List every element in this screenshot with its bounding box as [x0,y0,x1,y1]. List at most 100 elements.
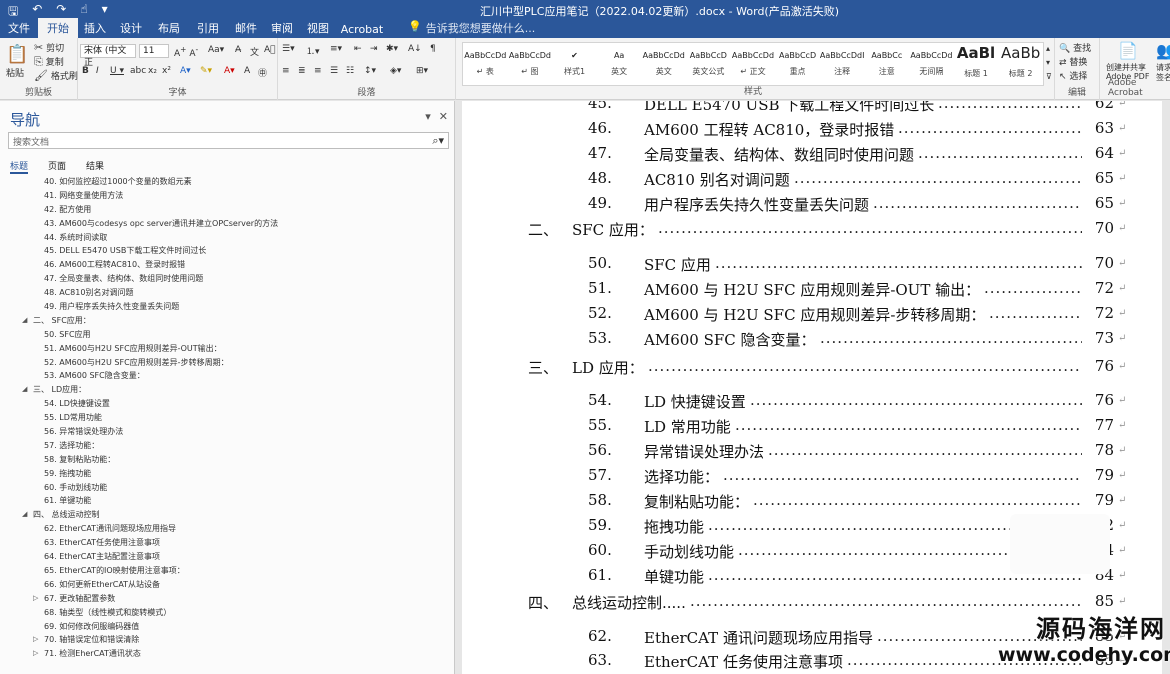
paste-icon[interactable]: 📋 [6,44,28,65]
copy-button[interactable]: ⎘ 复制 [34,55,64,69]
search-input[interactable]: 搜索文档 ⌕▾ [8,132,449,149]
style-item[interactable]: AaBbCcDd 英文 [641,43,686,85]
enclose-char-icon[interactable]: ㊥ [258,66,267,79]
tab-headings[interactable]: 标题 [10,159,29,174]
nav-heading-2[interactable]: 68. 轴类型（线性模式和旋转模式） [0,606,455,620]
format-painter-button[interactable]: 🖌 格式刷 [34,69,78,82]
toc-entry[interactable]: 52. AM600 与 H2U SFC 应用规则差异-步转移周期：........… [462,304,1162,326]
tab-1[interactable]: 开始 [38,18,78,38]
nav-heading-2[interactable]: 64. EtherCAT主站配置注意事项 [0,550,455,564]
nav-heading-2[interactable]: 46. AM600工程转AC810、登录时报错 [0,258,455,272]
bullets-icon[interactable]: ☰▾ [282,44,295,54]
tab-2[interactable]: 插入 [78,18,112,38]
nav-heading-2[interactable]: 51. AM600与H2U SFC应用规则差异-OUT输出： [0,342,455,356]
tab-pages[interactable]: 页面 [48,159,66,174]
nav-heading-2[interactable]: 42. 配方使用 [0,203,455,217]
style-item[interactable]: AaBbCcDdI 注释 [820,43,865,85]
tab-9[interactable]: Acrobat [336,21,388,38]
nav-heading-2[interactable]: ▷ 67. 更改轴配置参数 [0,592,455,606]
collapse-arrow-icon[interactable]: ◢ [22,314,27,328]
expand-arrow-icon[interactable]: ▷ [33,647,38,661]
close-icon[interactable]: ✕ [439,110,448,123]
tab-results[interactable]: 结果 [86,159,104,174]
sort-icon[interactable]: A↓ [408,44,422,54]
shading-icon[interactable]: ◈▾ [390,66,401,76]
nav-heading-2[interactable]: 58. 复制粘贴功能： [0,453,455,467]
select-button[interactable]: ↖ 选择 [1059,69,1087,82]
nav-heading-2[interactable]: 65. EtherCAT的IO映射使用注意事项： [0,564,455,578]
bold-icon[interactable]: B [82,66,89,76]
style-item[interactable]: AaBbCcDd ↵ 图 [508,43,553,85]
toc-entry[interactable]: 54. LD 快捷键设置.............................… [462,391,1162,413]
nav-heading-2[interactable]: 66. 如何更新EtherCAT从站设备 [0,578,455,592]
nav-heading-1[interactable]: ◢ 二、 SFC应用： [0,314,455,328]
toc-entry[interactable]: 57. 选择功能：................................… [462,466,1162,488]
collapse-arrow-icon[interactable]: ◢ [22,383,27,397]
style-item[interactable]: AaBl 标题 1 [954,43,999,85]
tab-6[interactable]: 邮件 [228,18,264,38]
create-pdf-icon[interactable]: 📄 [1118,41,1138,60]
increase-indent-icon[interactable]: ⇥ [370,44,378,54]
collapse-arrow-icon[interactable]: ◢ [22,508,27,522]
decrease-indent-icon[interactable]: ⇤ [354,44,362,54]
char-shading-icon[interactable]: A [244,66,250,76]
nav-heading-2[interactable]: 50. SFC应用 [0,328,455,342]
subscript-icon[interactable]: x₂ [148,66,157,76]
align-right-icon[interactable]: ≡ [314,66,322,76]
tab-5[interactable]: 引用 [188,18,228,38]
search-icon[interactable]: ⌕▾ [432,134,444,148]
strikethrough-icon[interactable]: abc [130,66,146,76]
nav-heading-2[interactable]: 55. LD常用功能 [0,411,455,425]
show-marks-icon[interactable]: ¶ [430,44,436,54]
style-item[interactable]: AaBbCcDd ↵ 正文 [731,43,776,85]
chinese-layout-icon[interactable]: ✱▾ [386,44,398,54]
toc-entry[interactable]: 45. DELL E5470 USB 下载工程文件时间过长............… [462,101,1162,116]
replace-button[interactable]: ⇄ 替换 [1059,55,1087,68]
align-center-icon[interactable]: ≣ [298,66,306,76]
nav-heading-2[interactable]: 52. AM600与H2U SFC应用规则差异-步转移周期： [0,356,455,370]
distributed-icon[interactable]: ☷ [346,66,354,76]
borders-icon[interactable]: ⊞▾ [416,66,428,76]
tab-8[interactable]: 视图 [300,18,336,38]
nav-heading-2[interactable]: 44. 系统时间读取 [0,231,455,245]
tab-3[interactable]: 设计 [112,18,150,38]
char-border-icon[interactable]: A⃞ [264,45,276,55]
tab-4[interactable]: 布局 [150,18,188,38]
nav-options-icon[interactable]: ▾ [425,110,431,123]
nav-heading-1[interactable]: ◢ 四、 总线运动控制 [0,508,455,522]
styles-scroll[interactable]: ▴ ▾ ⊽ [1046,42,1052,84]
nav-heading-2[interactable]: 48. AC810别名对调问题 [0,286,455,300]
toc-section[interactable]: 二、 SFC 应用：...............................… [462,219,1162,241]
nav-heading-2[interactable]: 54. LD快捷键设置 [0,397,455,411]
justify-icon[interactable]: ☰ [330,66,338,76]
nav-heading-2[interactable]: 53. AM600 SFC隐含变量： [0,369,455,383]
style-item[interactable]: AaBbCcDd 无间隔 [909,43,954,85]
nav-heading-2[interactable]: 43. AM600与codesys opc server通讯并建立OPCserv… [0,217,455,231]
tab-7[interactable]: 审阅 [264,18,300,38]
nav-heading-2[interactable]: 56. 异常错误处理办法 [0,425,455,439]
request-sign-icon[interactable]: 👥 [1156,41,1170,60]
style-item[interactable]: AaBbCc 注意 [864,43,909,85]
superscript-icon[interactable]: x² [162,66,171,76]
toc-entry[interactable]: 50. SFC 应用...............................… [462,254,1162,276]
nav-heading-2[interactable]: 49. 用户程序丢失持久性变量丢失问题 [0,300,455,314]
expand-arrow-icon[interactable]: ▷ [33,633,38,647]
style-item[interactable]: AaBbCcDd ↵ 表 [463,43,508,85]
italic-icon[interactable]: I [96,66,99,76]
nav-heading-2[interactable]: 69. 如何修改伺服编码器值 [0,620,455,634]
multilevel-list-icon[interactable]: ≡▾ [330,44,342,54]
highlight-icon[interactable]: ✎▾ [200,66,212,76]
nav-heading-2[interactable]: 45. DELL E5470 USB下载工程文件时间过长 [0,244,455,258]
nav-heading-2[interactable]: 47. 全局变量表、结构体、数组同时使用问题 [0,272,455,286]
nav-heading-1[interactable]: ◢ 三、 LD应用： [0,383,455,397]
toc-entry[interactable]: 58. 复制粘贴功能：..............................… [462,491,1162,513]
nav-heading-2[interactable]: 63. EtherCAT任务使用注意事项 [0,536,455,550]
nav-heading-2[interactable]: 57. 选择功能： [0,439,455,453]
cut-button[interactable]: ✂ 剪切 [34,41,64,54]
toc-entry[interactable]: 47. 全局变量表、结构体、数组同时使用问题...................… [462,144,1162,166]
change-case-icon[interactable]: Aa▾ [208,45,224,55]
phonetic-icon[interactable]: 文 [250,45,259,58]
font-color-icon[interactable]: A▾ [224,66,235,76]
nav-heading-2[interactable]: 62. EtherCAT通讯问题现场应用指导 [0,522,455,536]
clear-format-icon[interactable]: A̶ [235,45,241,55]
